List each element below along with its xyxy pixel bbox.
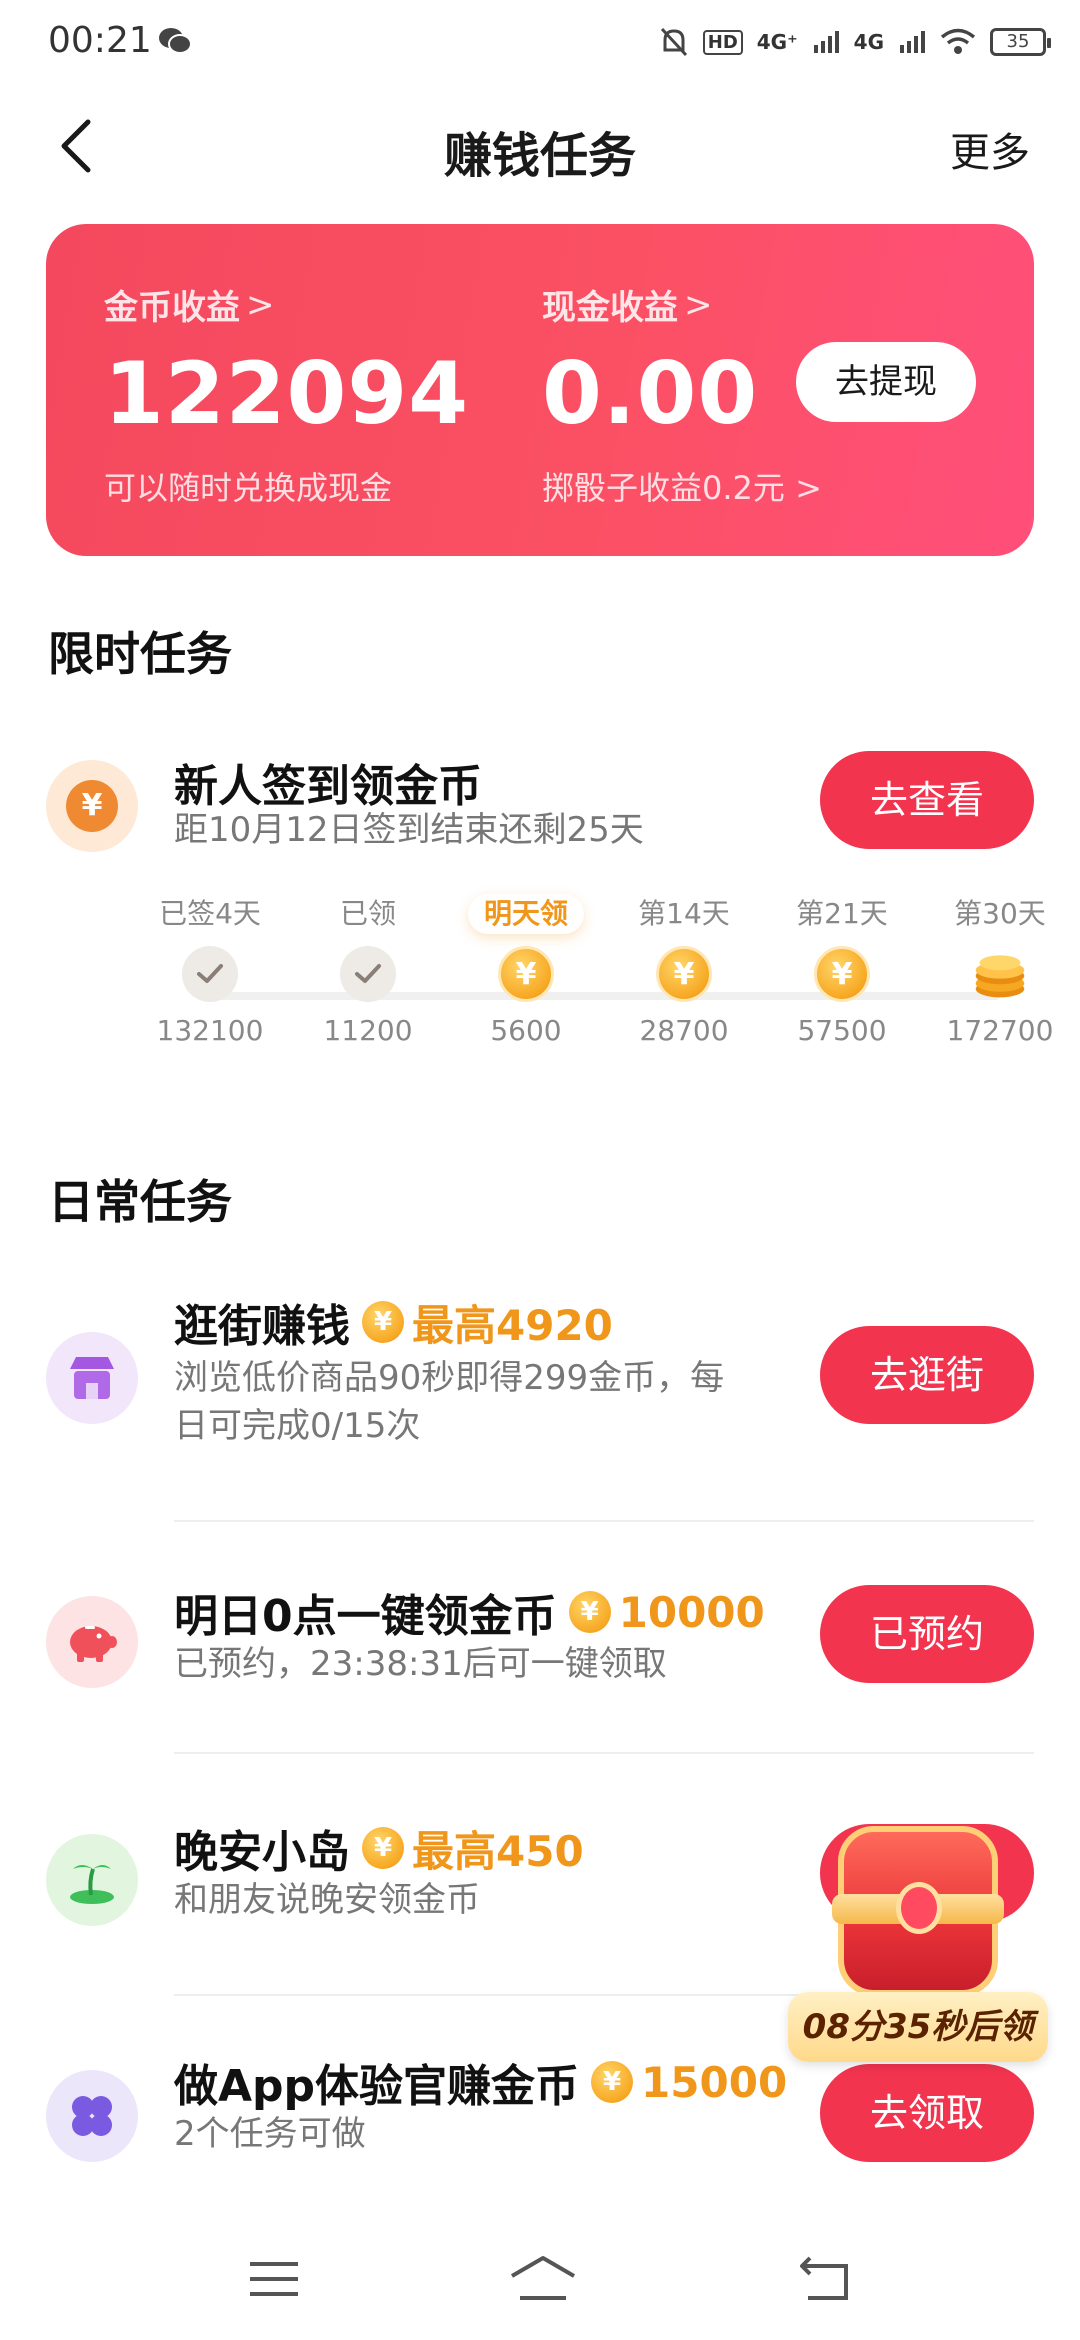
task-reward: 最高4920	[412, 1300, 613, 1350]
header: 赚钱任务 更多	[0, 96, 1080, 196]
day-label: 第21天	[796, 897, 888, 930]
dice-earnings-sub: 掷骰子收益0.2元	[542, 469, 785, 507]
day-value: 5600	[490, 1014, 562, 1047]
task-reward: 10000	[618, 1587, 765, 1637]
cash-earnings-label: 现金收益	[542, 288, 678, 328]
check-icon	[182, 946, 238, 1002]
coin-earnings-sub: 可以随时兑换成现金	[104, 469, 393, 507]
coin-icon: ¥	[498, 946, 554, 1002]
checkin-desc: 距10月12日签到结束还剩25天	[174, 810, 644, 850]
chevron-right-icon: >	[684, 284, 713, 325]
day-value: 172700	[946, 1014, 1054, 1047]
task-desc-line2: 日可完成0/15次	[174, 1406, 421, 1446]
reserved-button[interactable]: 已预约	[820, 1585, 1034, 1683]
status-indicators: HD 4G⁺ 4G 35	[659, 18, 1051, 66]
task-reward: 15000	[641, 2057, 788, 2107]
go-shopping-button[interactable]: 去逛街	[820, 1326, 1034, 1424]
coin-icon: ¥	[362, 1827, 404, 1869]
task-app-tester: 做App体验官赚金币 ¥15000 2个任务可做 去领取	[0, 2050, 1080, 2170]
divider	[174, 1520, 1034, 1522]
system-nav-bar	[0, 2220, 1080, 2340]
day-label: 已领	[339, 897, 396, 930]
cash-earnings-value: 0.00	[542, 344, 759, 444]
task-tomorrow-coins: 明日0点一键领金币 ¥10000 已预约，23:38:31后可一键领取 已预约	[0, 1580, 1080, 1700]
chevron-right-icon: >	[795, 469, 822, 507]
divider	[174, 1752, 1034, 1754]
checkin-day: 第14天 ¥ 28700	[604, 894, 764, 1047]
day-value: 11200	[323, 1014, 413, 1047]
checkin-day: 已签4天 132100	[130, 894, 290, 1047]
day-value: 132100	[156, 1014, 264, 1047]
task-desc: 和朋友说晚安领金币	[174, 1880, 480, 1920]
checkin-day-next: 明天领 ¥ 5600	[446, 894, 606, 1047]
check-icon	[340, 946, 396, 1002]
signal-icon-2	[900, 31, 925, 53]
task-title: 晚安小岛	[174, 1827, 350, 1878]
coin-icon: ¥	[568, 1591, 611, 1633]
coin-icon: ¥	[591, 2061, 634, 2103]
task-shopping: 逛街赚钱 ¥ 最高4920 浏览低价商品90秒即得299金币，每 日可完成0/15…	[0, 1290, 1080, 1470]
island-icon	[46, 1834, 138, 1926]
task-title: 做App体验官赚金币	[174, 2061, 580, 2112]
earnings-card: 金币收益 > 122094 可以随时兑换成现金 现金收益 > 0.00 掷骰子收益0…	[46, 224, 1034, 556]
day-value: 28700	[639, 1014, 729, 1047]
piggy-bank-icon	[46, 1596, 138, 1688]
status-time: 00:21	[48, 20, 152, 61]
chest-timer: 08分35秒后领	[788, 1992, 1048, 2062]
task-title: 逛街赚钱	[174, 1301, 350, 1352]
coin-icon: ¥	[362, 1301, 404, 1343]
shop-icon	[46, 1332, 138, 1424]
limited-tasks-title: 限时任务	[48, 627, 232, 681]
checkin-day: 已领 11200	[288, 894, 448, 1047]
chest-lock-icon	[896, 1882, 942, 1934]
yuan-coin-icon: ¥	[46, 760, 138, 852]
checkin-progress: 已签4天 132100 已领 11200 明天领 ¥ 5600 第14天 ¥ 2…	[0, 894, 1080, 1094]
coin-icon: ¥	[814, 946, 870, 1002]
coin-stack-icon	[972, 946, 1028, 1002]
chevron-right-icon: >	[246, 284, 275, 325]
home-icon[interactable]	[508, 2254, 578, 2304]
checkin-task: ¥ 新人签到领金币 距10月12日签到结束还剩25天 去查看	[0, 750, 1080, 870]
coin-icon: ¥	[656, 946, 712, 1002]
task-title: 明日0点一键领金币	[174, 1591, 557, 1642]
mute-bell-icon	[660, 27, 687, 57]
page-title: 赚钱任务	[443, 128, 636, 184]
day-label: 第14天	[638, 897, 730, 930]
checkin-view-button[interactable]: 去查看	[820, 751, 1034, 849]
network-4g: 4G	[853, 30, 884, 54]
withdraw-button[interactable]: 去提现	[796, 342, 976, 422]
back-nav-icon[interactable]	[796, 2254, 856, 2304]
coin-earnings-label: 金币收益	[104, 288, 240, 328]
checkin-day: 第30天 172700	[920, 894, 1080, 1047]
task-desc: 浏览低价商品90秒即得299金币，每	[174, 1358, 725, 1398]
coin-earnings[interactable]: 金币收益 > 122094 可以随时兑换成现金	[104, 280, 469, 509]
daily-tasks-title: 日常任务	[48, 1175, 232, 1229]
more-button[interactable]: 更多	[950, 120, 1030, 178]
claim-button[interactable]: 去领取	[820, 2064, 1034, 2162]
day-value: 57500	[797, 1014, 887, 1047]
hd-icon: HD	[702, 29, 743, 55]
clover-icon	[46, 2070, 138, 2162]
wifi-icon	[940, 28, 976, 54]
task-reward: 最高450	[412, 1826, 584, 1876]
cash-earnings[interactable]: 现金收益 > 0.00 掷骰子收益0.2元 >	[542, 280, 822, 509]
signal-icon	[813, 31, 839, 53]
task-desc: 2个任务可做	[174, 2114, 366, 2154]
checkin-day: 第21天 ¥ 57500	[762, 894, 922, 1047]
treasure-chest-widget[interactable]: 08分35秒后领	[788, 1816, 1048, 2066]
day-label-highlight: 明天领	[467, 894, 584, 934]
day-label: 第30天	[954, 897, 1046, 930]
menu-icon[interactable]	[244, 2254, 304, 2304]
battery-icon: 35	[990, 28, 1051, 56]
day-label: 已签4天	[159, 897, 261, 930]
task-desc: 已预约，23:38:31后可一键领取	[174, 1644, 667, 1684]
checkin-title: 新人签到领金币	[174, 761, 482, 812]
network-4g-plus: 4G⁺	[756, 30, 798, 54]
status-bar: 00:21 HD 4G⁺ 4G 35	[0, 0, 1080, 84]
wechat-icon	[159, 28, 192, 54]
coin-earnings-value: 122094	[104, 344, 470, 444]
